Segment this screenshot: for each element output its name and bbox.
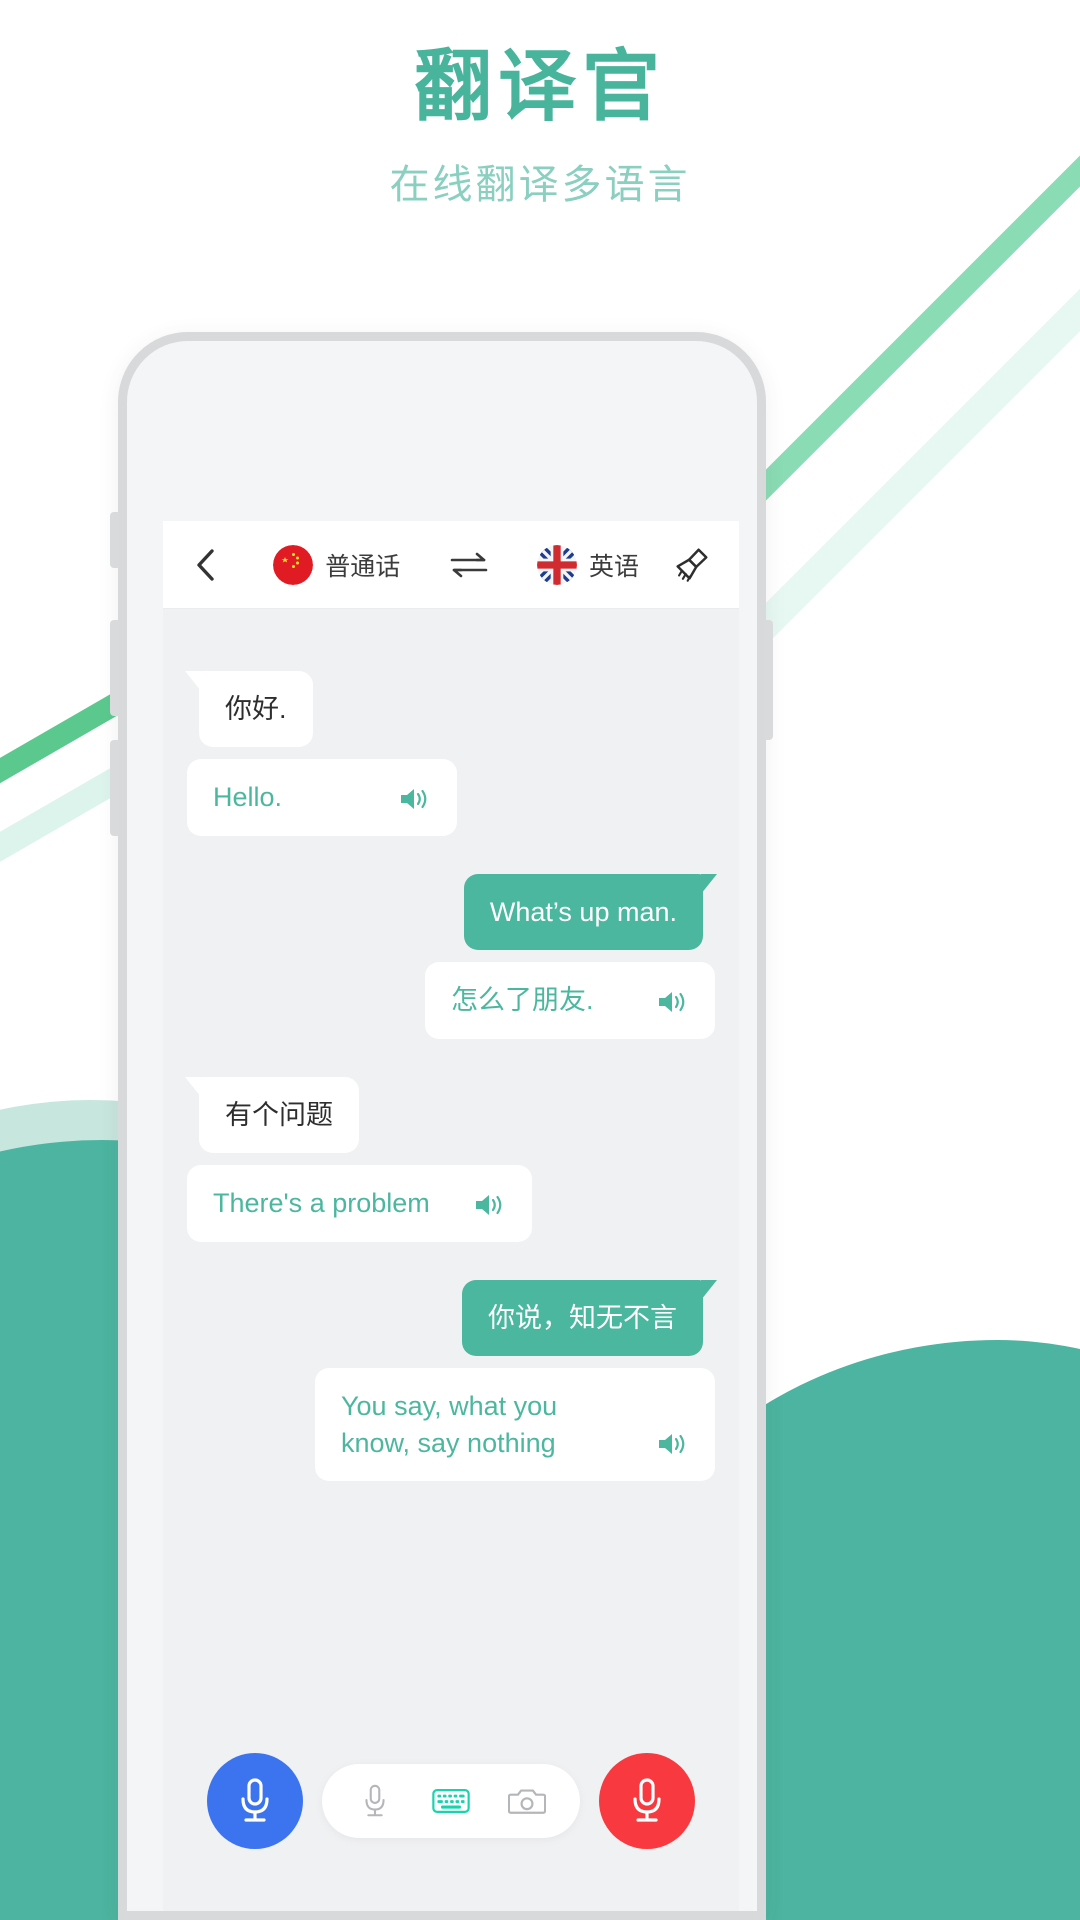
source-language-label: 普通话 xyxy=(325,552,401,581)
phone-volume-up-button xyxy=(110,620,119,716)
translation-text: There's a problem xyxy=(213,1188,430,1219)
source-text: 你好. xyxy=(225,694,287,724)
source-text: What’s up man. xyxy=(489,896,677,927)
clear-conversation-button[interactable] xyxy=(669,543,713,587)
page-subtitle: 在线翻译多语言 xyxy=(389,162,691,207)
app-toolbar: 普通话 英语 xyxy=(163,521,739,609)
voice-input-button[interactable] xyxy=(356,1782,394,1820)
source-bubble[interactable]: 有个问题 xyxy=(185,1076,359,1154)
source-text: 有个问题 xyxy=(225,1099,333,1130)
translation-row: 怎么了朋友. xyxy=(185,950,717,1039)
source-row: 有个问题 xyxy=(185,1076,717,1154)
translation-bubble[interactable]: Hello. xyxy=(187,759,457,836)
message-group: 有个问题 There's a problem xyxy=(185,1076,717,1242)
chat-thread: 你好. Hello. What’s up man. 怎么了朋友. 有个问题 Th… xyxy=(163,609,739,1709)
message-group: 你说，知无不言 You say, what you know, say noth… xyxy=(185,1279,717,1481)
microphone-icon xyxy=(241,1778,269,1822)
source-text: 你说，知无不言 xyxy=(488,1302,677,1333)
phone-screen: 普通话 英语 你好. Hello. What’s up man. 怎么了朋友. … xyxy=(163,521,739,1911)
keyboard-icon xyxy=(432,1789,470,1813)
translation-bubble[interactable]: There's a problem xyxy=(187,1165,532,1242)
translation-row: Hello. xyxy=(185,747,717,836)
speaker-icon[interactable] xyxy=(655,1429,689,1459)
speaker-icon[interactable] xyxy=(655,987,689,1017)
target-language-selector[interactable]: 英语 xyxy=(537,544,640,585)
source-row: 你说，知无不言 xyxy=(185,1279,717,1357)
phone-mute-switch xyxy=(110,512,119,568)
source-row: 你好. xyxy=(185,671,717,748)
keyboard-input-button[interactable] xyxy=(432,1782,470,1820)
phone-mockup: 普通话 英语 你好. Hello. What’s up man. 怎么了朋友. … xyxy=(118,332,766,1920)
uk-flag-icon xyxy=(537,544,577,585)
poster-stage: 翻译官 在线翻译多语言 普通话 英语 你好. Hello. What’s up … xyxy=(0,0,1080,1920)
phone-volume-down-button xyxy=(110,740,119,836)
record-target-button[interactable] xyxy=(585,1739,709,1863)
page-title: 翻译官 xyxy=(413,42,666,130)
source-language-selector[interactable]: 普通话 xyxy=(273,544,401,585)
source-bubble[interactable]: What’s up man. xyxy=(463,873,718,951)
translation-text: You say, what you know, say nothing xyxy=(341,1391,558,1458)
translation-row: You say, what you know, say nothing xyxy=(185,1356,717,1481)
source-bubble[interactable]: 你好. xyxy=(185,671,313,748)
china-flag-icon xyxy=(273,544,314,585)
phone-power-button xyxy=(764,620,773,740)
camera-icon xyxy=(508,1789,546,1814)
swap-arrows-icon xyxy=(450,552,487,577)
message-group: What’s up man. 怎么了朋友. xyxy=(185,873,718,1039)
translation-bubble[interactable]: 怎么了朋友. xyxy=(425,962,715,1039)
camera-input-button[interactable] xyxy=(508,1782,546,1820)
speaker-icon[interactable] xyxy=(397,784,431,814)
bottom-controls xyxy=(163,1739,739,1863)
target-language-label: 英语 xyxy=(589,552,640,581)
chevron-left-icon xyxy=(197,548,214,581)
swap-languages-button[interactable] xyxy=(447,548,491,582)
translation-text: Hello. xyxy=(213,782,283,813)
message-group: 你好. Hello. xyxy=(185,671,717,836)
poster-header: 翻译官 在线翻译多语言 xyxy=(0,0,1080,210)
translation-row: There's a problem xyxy=(185,1153,717,1242)
microphone-icon xyxy=(633,1778,661,1822)
record-source-button[interactable] xyxy=(193,1739,317,1863)
microphone-icon xyxy=(365,1784,385,1817)
translation-bubble[interactable]: You say, what you know, say nothing xyxy=(315,1368,715,1481)
speaker-icon[interactable] xyxy=(472,1190,506,1220)
back-button[interactable] xyxy=(189,548,223,582)
translation-text: 怎么了朋友. xyxy=(451,985,594,1016)
source-row: What’s up man. xyxy=(185,873,718,951)
broom-icon xyxy=(676,547,708,582)
source-bubble[interactable]: 你说，知无不言 xyxy=(462,1279,717,1357)
input-mode-switcher xyxy=(322,1764,580,1838)
